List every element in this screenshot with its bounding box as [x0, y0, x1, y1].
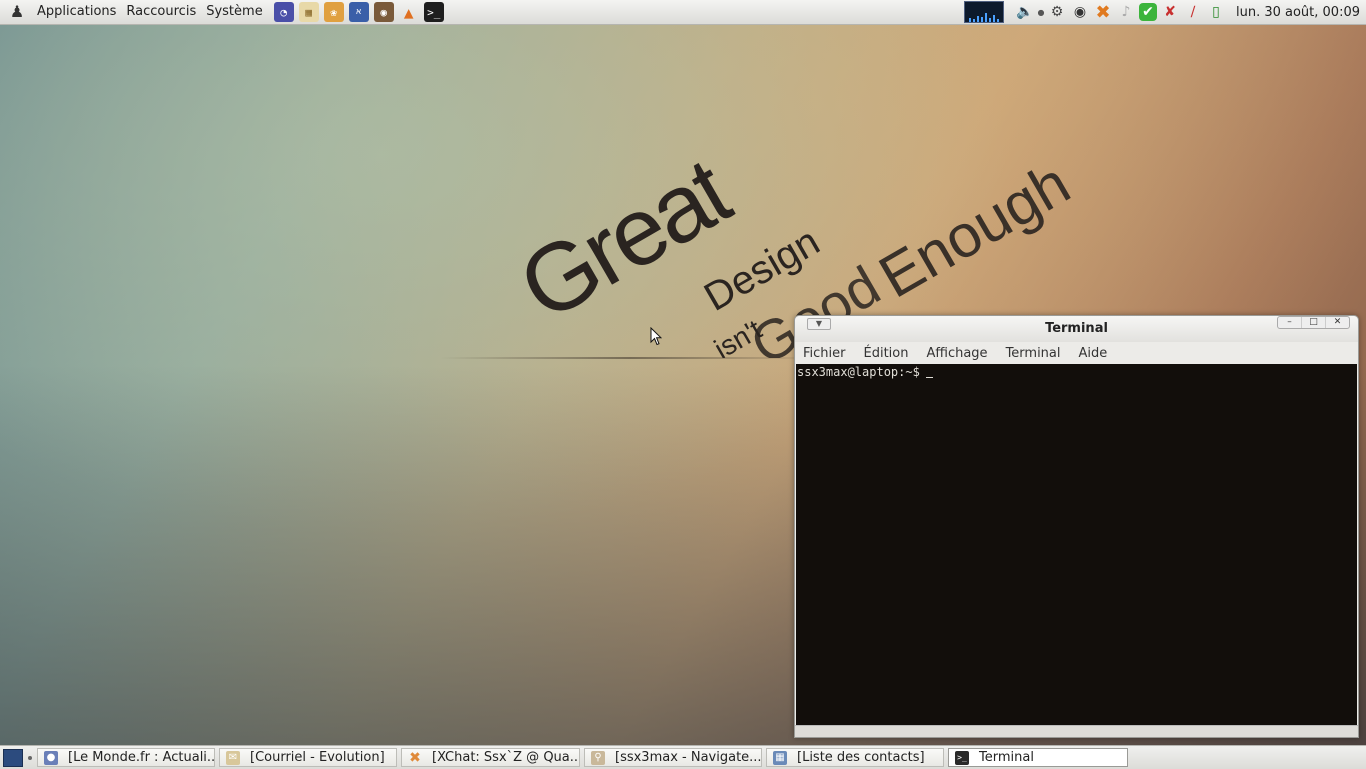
- task-courriel-evolution[interactable]: ✉ [Courriel - Evolution]: [219, 748, 397, 767]
- terminal-menubar: Fichier Édition Affichage Terminal Aide: [795, 342, 1358, 364]
- system-tray: 🔈 ● ⚙ ◉ ✖ ♪ ✔ ✘ ∕ ▯ lun. 30 août, 00:09: [963, 0, 1366, 24]
- close-button[interactable]: ✕: [1325, 317, 1349, 328]
- terminal-window: ▼ Terminal – □ ✕ Fichier Édition Afficha…: [794, 315, 1359, 738]
- wallpaper-word-enough: Enough: [868, 149, 1081, 311]
- task-label: [XChat: Ssx`Z @ Qua...: [432, 750, 580, 765]
- xchat-icon: ✖: [409, 749, 421, 766]
- task-label: [Liste des contacts]: [797, 750, 925, 765]
- bottom-panel: ● [Le Monde.fr : Actuali... ✉ [Courriel …: [0, 745, 1366, 769]
- gear-icon[interactable]: ⚙: [1047, 2, 1067, 22]
- task-terminal[interactable]: >_ Terminal: [948, 748, 1128, 767]
- panel-handle[interactable]: [28, 755, 32, 760]
- volume-icon[interactable]: 🔈: [1015, 2, 1035, 22]
- top-panel: ♟ Applications Raccourcis Système ◔ ▦ ❀ …: [0, 0, 1366, 25]
- task-liste-contacts[interactable]: ▦ [Liste des contacts]: [766, 748, 944, 767]
- translator-icon[interactable]: א: [348, 2, 369, 22]
- wallpaper-word-great: Great: [505, 144, 747, 342]
- terminal-icon[interactable]: >_: [423, 2, 444, 22]
- text-cursor: [925, 377, 933, 378]
- battery-icon[interactable]: ▯: [1206, 2, 1226, 22]
- window-controls: – □ ✕: [1277, 316, 1350, 329]
- menu-raccourcis[interactable]: Raccourcis: [121, 0, 201, 24]
- terminal-icon: >_: [955, 750, 969, 765]
- menu-systeme[interactable]: Système: [201, 0, 267, 24]
- clock[interactable]: lun. 30 août, 00:09: [1236, 5, 1360, 20]
- menu-edition[interactable]: Édition: [860, 346, 913, 361]
- xchat-icon[interactable]: ✖: [1093, 2, 1113, 23]
- speaker-app-icon[interactable]: ◉: [373, 2, 394, 22]
- music-note-icon[interactable]: ♪: [1116, 2, 1136, 22]
- terminal-output[interactable]: ssx3max@laptop:~$: [796, 364, 1357, 725]
- check-icon[interactable]: ✔: [1138, 3, 1157, 21]
- dot-icon: ●: [1037, 7, 1045, 17]
- shell-prompt: ssx3max@laptop:~$: [797, 365, 920, 379]
- task-xchat[interactable]: ✖ [XChat: Ssx`Z @ Qua...: [401, 748, 580, 767]
- system-monitor-icon[interactable]: [963, 1, 1004, 23]
- chat-bubble-icon[interactable]: ◉: [1070, 2, 1090, 22]
- task-label: [Le Monde.fr : Actuali...: [68, 750, 215, 765]
- mail-icon: ✉: [226, 750, 240, 765]
- menu-applications[interactable]: Applications: [32, 0, 121, 24]
- window-bottom-border[interactable]: [795, 725, 1358, 737]
- graphics-icon[interactable]: ❀: [323, 2, 344, 22]
- eclipse-icon[interactable]: ◔: [273, 2, 294, 22]
- file-browser-icon: ⚲: [591, 750, 605, 765]
- task-label: Terminal: [979, 750, 1034, 765]
- maximize-button[interactable]: □: [1301, 317, 1325, 328]
- vlc-icon[interactable]: ▲: [399, 2, 419, 22]
- mouse-pointer-icon: [650, 327, 662, 346]
- firefox-icon: ●: [44, 750, 58, 765]
- bluetooth-disabled-icon[interactable]: ∕: [1183, 2, 1203, 22]
- notepad-icon[interactable]: ▦: [298, 2, 319, 22]
- menu-fichier[interactable]: Fichier: [799, 346, 850, 361]
- show-desktop-button[interactable]: [3, 748, 23, 767]
- menu-terminal[interactable]: Terminal: [1002, 346, 1065, 361]
- wallpaper-text: Great Design isn't Good Enough: [0, 24, 1366, 358]
- task-navigateur[interactable]: ⚲ [ssx3max - Navigate...: [584, 748, 762, 767]
- menu-affichage[interactable]: Affichage: [922, 346, 991, 361]
- menu-aide[interactable]: Aide: [1075, 346, 1112, 361]
- network-disabled-icon[interactable]: ✘: [1160, 2, 1180, 22]
- minimize-button[interactable]: –: [1278, 317, 1301, 328]
- task-le-monde[interactable]: ● [Le Monde.fr : Actuali...: [37, 748, 215, 767]
- task-label: [Courriel - Evolution]: [250, 750, 385, 765]
- task-label: [ssx3max - Navigate...: [615, 750, 762, 765]
- gnome-foot-icon[interactable]: ♟: [8, 3, 26, 21]
- window-title: Terminal: [1045, 321, 1108, 336]
- window-titlebar[interactable]: ▼ Terminal – □ ✕: [795, 316, 1358, 342]
- contacts-icon: ▦: [773, 750, 787, 765]
